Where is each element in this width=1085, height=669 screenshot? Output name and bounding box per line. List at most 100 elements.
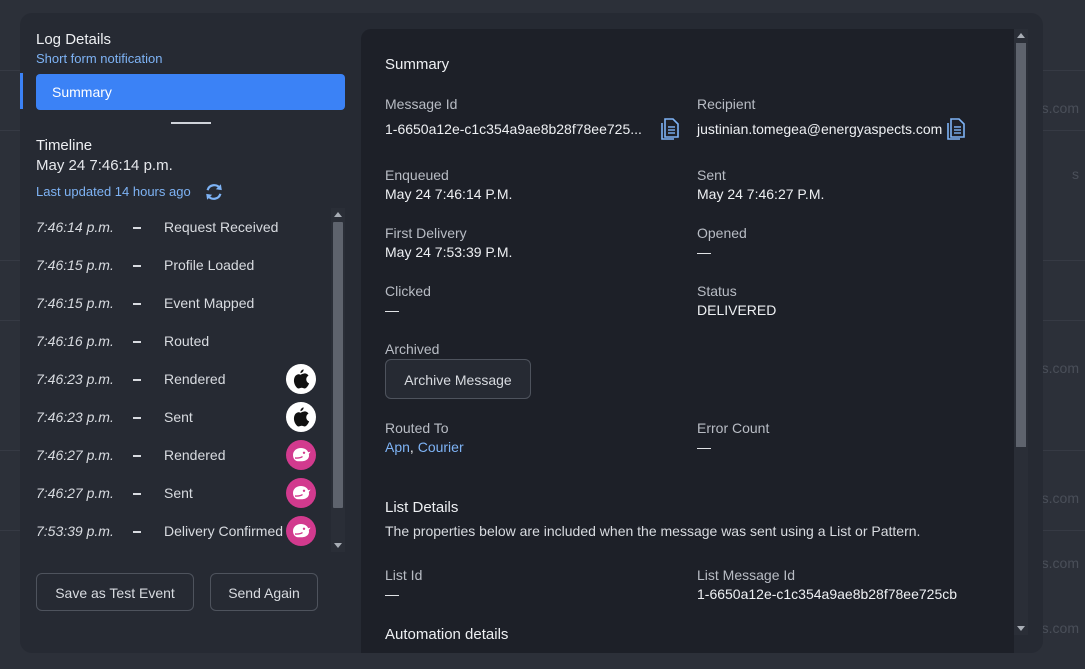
timeline-row: 7:53:39 p.m. Delivery Confirmed [20,512,320,550]
automation-details-heading: Automation details [385,626,509,643]
timeline-row-dash [133,493,141,495]
backdrop-text: s.com [1041,490,1079,506]
list-id-value: — [385,586,399,602]
timeline-row-time: 7:46:27 p.m. [36,447,114,463]
copy-icon[interactable] [660,117,680,141]
timeline-row-dash [133,417,141,419]
timeline-row-event: Routed [164,333,210,349]
backdrop-text: s.com [1041,100,1079,116]
log-details-modal: Log Details Short form notification Summ… [20,13,1043,653]
timeline-row-event: Request Received [164,219,279,235]
summary-panel: Summary Message Id 1-6650a12e-c1c354a9ae… [361,29,1014,653]
scroll-up-icon[interactable] [334,212,342,217]
backdrop-text: s.com [1041,360,1079,376]
routed-to-label: Routed To [385,420,449,436]
courier-icon [286,440,316,470]
timeline-row-event: Profile Loaded [164,257,255,273]
backdrop-text: s [1072,166,1079,182]
timeline-row-dash [133,531,141,533]
backdrop-text: s.com [1041,555,1079,571]
timeline-row-event: Rendered [164,447,226,463]
scrollbar-thumb[interactable] [1016,43,1026,447]
backdrop-text: s.com [1041,620,1079,636]
timeline-row-time: 7:46:23 p.m. [36,371,114,387]
timeline-row: 7:46:16 p.m. Routed [20,322,320,360]
refresh-icon[interactable] [203,181,225,203]
list-details-description: The properties below are included when t… [385,523,921,539]
error-count-value: — [697,439,711,455]
scroll-down-icon[interactable] [1017,626,1025,631]
tab-summary[interactable]: Summary [36,74,345,110]
routed-to-apn-link[interactable]: Apn [385,439,410,455]
list-message-id-label: List Message Id [697,567,796,583]
copy-icon[interactable] [946,117,966,141]
courier-icon [286,516,316,546]
first-delivery-label: First Delivery [385,225,467,241]
save-as-test-event-button[interactable]: Save as Test Event [36,573,194,611]
log-details-sidebar: Log Details Short form notification Summ… [20,13,360,653]
scroll-up-icon[interactable] [1017,33,1025,38]
timeline-row: 7:46:15 p.m. Event Mapped [20,284,320,322]
sent-label: Sent [697,167,726,183]
timeline-row: 7:46:27 p.m. Rendered [20,436,320,474]
archive-message-button[interactable]: Archive Message [385,359,531,399]
list-id-label: List Id [385,567,423,583]
timeline-row-time: 7:46:14 p.m. [36,219,114,235]
timeline-list: 7:46:14 p.m. Request Received 7:46:15 p.m.… [20,208,330,552]
timeline-row-dash [133,379,141,381]
timeline-row-time: 7:46:27 p.m. [36,485,114,501]
timeline-row-event: Rendered [164,371,226,387]
list-details-heading: List Details [385,499,459,516]
scroll-down-icon[interactable] [334,543,342,548]
notification-name-link[interactable]: Short form notification [36,51,162,66]
resize-handle[interactable] [171,122,211,124]
active-tab-indicator [20,73,23,109]
message-id-value: 1-6650a12e-c1c354a9ae8b28f78ee725... [385,121,642,137]
log-details-title: Log Details [36,31,112,48]
timeline-row: 7:46:14 p.m. Request Received [20,208,320,246]
first-delivery-value: May 24 7:53:39 P.M. [385,244,513,260]
enqueued-label: Enqueued [385,167,449,183]
summary-scrollbar[interactable] [1014,29,1028,635]
status-label: Status [697,283,737,299]
timeline-row: 7:46:23 p.m. Sent [20,398,320,436]
timeline-row-event: Delivery Confirmed [164,523,284,539]
timeline-row-time: 7:46:16 p.m. [36,333,114,349]
message-id-label: Message Id [385,96,458,112]
routed-to-value: Apn, Courier [385,439,464,455]
recipient-label: Recipient [697,96,756,112]
error-count-label: Error Count [697,420,770,436]
timeline-row-time: 7:53:39 p.m. [36,523,114,539]
timeline-row-dash [133,265,141,267]
archived-label: Archived [385,341,440,357]
apple-icon [286,364,316,394]
opened-value: — [697,244,711,260]
timeline-row: 7:46:15 p.m. Profile Loaded [20,246,320,284]
timeline-row-time: 7:46:23 p.m. [36,409,114,425]
recipient-value: justinian.tomegea@energyaspects.com [697,121,943,137]
timeline-title: Timeline [36,137,93,154]
clicked-value: — [385,302,399,318]
clicked-label: Clicked [385,283,431,299]
send-again-button[interactable]: Send Again [210,573,318,611]
timeline-row-event: Sent [164,409,193,425]
timeline-row-event: Sent [164,485,193,501]
timeline-row-time: 7:46:15 p.m. [36,257,114,273]
timeline-row: 7:46:27 p.m. Sent [20,474,320,512]
last-updated-text: Last updated 14 hours ago [36,184,191,199]
timeline-row-time: 7:46:15 p.m. [36,295,114,311]
timeline-row-dash [133,341,141,343]
enqueued-value: May 24 7:46:14 P.M. [385,186,513,202]
timeline-row-dash [133,455,141,457]
scrollbar-thumb[interactable] [333,222,343,508]
courier-icon [286,478,316,508]
status-value: DELIVERED [697,302,777,318]
timeline-row-dash [133,227,141,229]
routed-to-courier-link[interactable]: Courier [418,439,464,455]
apple-icon [286,402,316,432]
timeline-scrollbar[interactable] [331,208,345,552]
opened-label: Opened [697,225,747,241]
routed-to-separator: , [409,439,418,455]
timeline-row-event: Event Mapped [164,295,255,311]
timeline-date: May 24 7:46:14 p.m. [36,157,173,174]
